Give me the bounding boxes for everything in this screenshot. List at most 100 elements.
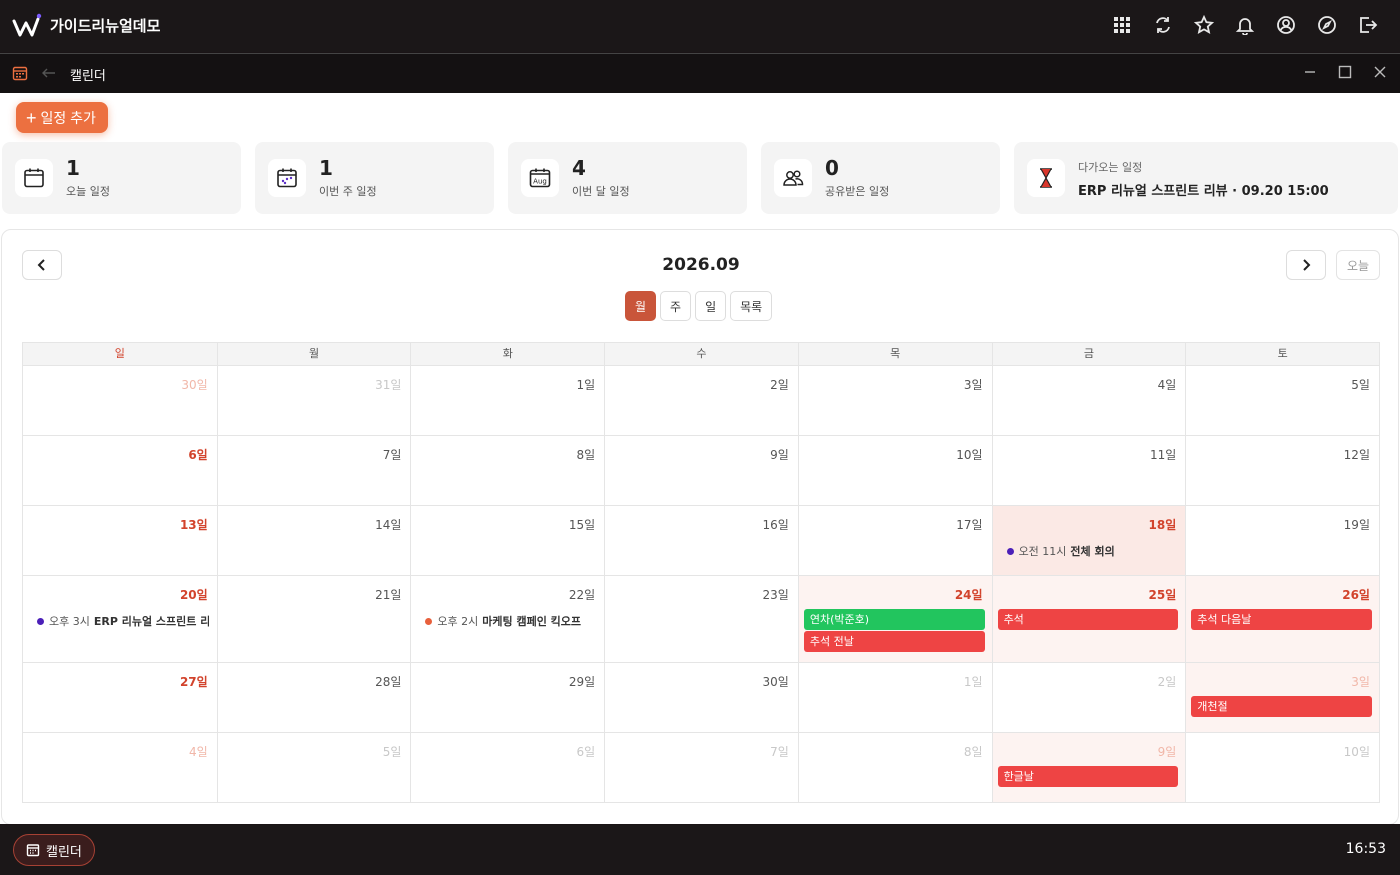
day-cell[interactable]: 1일 <box>797 663 992 732</box>
day-cell[interactable]: 20일 오후 3시 ERP 리뉴얼 스프린트 리뷰 <box>23 576 217 662</box>
allday-event-bar[interactable]: 추석 다음날 <box>1191 609 1372 630</box>
day-cell[interactable]: 6일 <box>23 436 217 505</box>
refresh-icon[interactable] <box>1151 12 1175 38</box>
day-number: 1일 <box>576 378 596 392</box>
day-cell[interactable]: 6일 <box>410 733 604 802</box>
day-cell[interactable]: 5일 <box>1185 366 1379 435</box>
day-cell[interactable]: 14일 <box>216 506 411 575</box>
week-row: 20일 오후 3시 ERP 리뉴얼 스프린트 리뷰 21일 22일 오후 2시 … <box>22 576 1380 663</box>
allday-event-bar[interactable]: 추석 전날 <box>803 631 985 652</box>
day-number: 29일 <box>568 675 596 689</box>
day-cell-today[interactable]: 18일 오전 11시 전체 회의 <box>991 506 1186 575</box>
weekday-label: 토 <box>1185 343 1379 365</box>
close-icon[interactable] <box>1372 64 1388 80</box>
day-number: 10일 <box>956 448 983 462</box>
day-cell[interactable]: 2일 <box>604 366 798 435</box>
day-cell[interactable]: 8일 <box>410 436 604 505</box>
tab-week[interactable]: 주 <box>660 291 692 321</box>
tab-list[interactable]: 목록 <box>730 291 773 321</box>
day-cell[interactable]: 9일 <box>604 436 798 505</box>
allday-event-bar[interactable]: 개천절 <box>1191 696 1372 717</box>
day-cell[interactable]: 4일 <box>23 733 217 802</box>
event-item[interactable]: 오후 2시 마케팅 캠페인 킥오프 <box>425 613 596 629</box>
day-cell[interactable]: 19일 <box>1185 506 1379 575</box>
minimize-icon[interactable] <box>1302 64 1318 80</box>
day-cell[interactable]: 21일 <box>216 576 411 662</box>
top-icon-bar <box>1110 12 1380 38</box>
apps-grid-icon[interactable] <box>1110 12 1134 38</box>
add-event-button[interactable]: + 일정 추가 <box>16 102 108 133</box>
taskbar-item-calendar[interactable]: 캘린더 <box>13 834 95 866</box>
logout-icon[interactable] <box>1356 12 1380 38</box>
day-number: 8일 <box>576 448 596 462</box>
day-cell[interactable]: 30일 <box>23 366 217 435</box>
day-cell[interactable]: 10일 <box>1185 733 1379 802</box>
back-arrow-icon[interactable] <box>41 65 57 81</box>
day-cell[interactable]: 3일 개천절 <box>1185 663 1379 732</box>
day-number: 27일 <box>179 675 208 689</box>
day-cell[interactable]: 11일 <box>991 436 1186 505</box>
day-cell[interactable]: 23일 <box>604 576 798 662</box>
tab-month[interactable]: 월 <box>625 291 657 321</box>
month-icon-text: Aug <box>533 178 547 186</box>
event-time: 오후 3시 <box>49 615 90 628</box>
day-number: 21일 <box>375 588 402 602</box>
day-cell[interactable]: 9일 한글날 <box>991 733 1186 802</box>
star-icon[interactable] <box>1192 12 1216 38</box>
day-cell[interactable]: 17일 <box>797 506 992 575</box>
month-title: 2026.09 <box>662 255 740 275</box>
view-tabs: 월 주 일 목록 <box>625 291 773 321</box>
day-cell[interactable]: 28일 <box>216 663 411 732</box>
tab-day[interactable]: 일 <box>695 291 727 321</box>
calendar-icon <box>15 159 53 197</box>
compass-icon[interactable] <box>1315 12 1339 38</box>
app-bar: 가이드리뉴얼데모 <box>0 0 1400 52</box>
day-cell[interactable]: 22일 오후 2시 마케팅 캠페인 킥오프 <box>410 576 604 662</box>
user-profile-icon[interactable] <box>1274 12 1298 38</box>
day-cell[interactable]: 15일 <box>410 506 604 575</box>
day-cell[interactable]: 4일 <box>991 366 1186 435</box>
day-cell[interactable]: 16일 <box>604 506 798 575</box>
weekday-label: 금 <box>991 343 1186 365</box>
day-cell[interactable]: 1일 <box>410 366 604 435</box>
day-number: 19일 <box>1343 518 1370 532</box>
allday-event-bar[interactable]: 추석 <box>997 609 1179 630</box>
day-cell[interactable]: 30일 <box>604 663 798 732</box>
day-cell[interactable]: 27일 <box>23 663 217 732</box>
day-cell[interactable]: 13일 <box>23 506 217 575</box>
maximize-icon[interactable] <box>1337 64 1353 80</box>
day-number: 15일 <box>568 518 596 532</box>
bell-icon[interactable] <box>1233 12 1257 38</box>
weekday-header: 일 월 화 수 목 금 토 <box>22 342 1380 366</box>
today-button[interactable]: 오늘 <box>1336 250 1380 280</box>
day-cell[interactable]: 7일 <box>604 733 798 802</box>
event-item[interactable]: 오전 11시 전체 회의 <box>1006 543 1178 559</box>
allday-event-bar[interactable]: 연차(박준호) <box>803 609 985 630</box>
app-logo-icon[interactable] <box>12 13 42 39</box>
stat-card-shared: 0 공유받은 일정 <box>761 142 1000 214</box>
next-month-button[interactable] <box>1286 250 1326 280</box>
stat-value: 1 <box>319 156 333 180</box>
allday-event-bar[interactable]: 한글날 <box>997 766 1179 787</box>
day-cell[interactable]: 10일 <box>797 436 992 505</box>
day-cell[interactable]: 26일 추석 다음날 <box>1185 576 1379 662</box>
day-cell[interactable]: 7일 <box>216 436 411 505</box>
day-cell[interactable]: 24일 연차(박준호) 추석 전날 <box>797 576 992 662</box>
clock: 16:53 <box>1345 841 1386 857</box>
day-number: 2일 <box>770 378 789 392</box>
week-row: 13일 14일 15일 16일 17일 18일 오전 11시 전체 회의 19일 <box>22 506 1380 576</box>
stat-value: 0 <box>825 156 839 180</box>
stat-label: 이번 달 일정 <box>572 185 630 198</box>
day-cell[interactable]: 25일 추석 <box>991 576 1186 662</box>
day-cell[interactable]: 31일 <box>216 366 411 435</box>
event-title: ERP 리뉴얼 스프린트 리뷰 <box>93 615 209 628</box>
day-cell[interactable]: 12일 <box>1185 436 1379 505</box>
window-titlebar: 캘린더 <box>0 54 1400 93</box>
event-item[interactable]: 오후 3시 ERP 리뉴얼 스프린트 리뷰 <box>37 613 209 629</box>
stat-card-upcoming[interactable]: 다가오는 일정 ERP 리뉴얼 스프린트 리뷰 · 09.20 15:00 <box>1014 142 1398 214</box>
day-cell[interactable]: 2일 <box>991 663 1186 732</box>
day-cell[interactable]: 29일 <box>410 663 604 732</box>
day-cell[interactable]: 8일 <box>797 733 992 802</box>
day-cell[interactable]: 3일 <box>797 366 992 435</box>
day-cell[interactable]: 5일 <box>216 733 411 802</box>
